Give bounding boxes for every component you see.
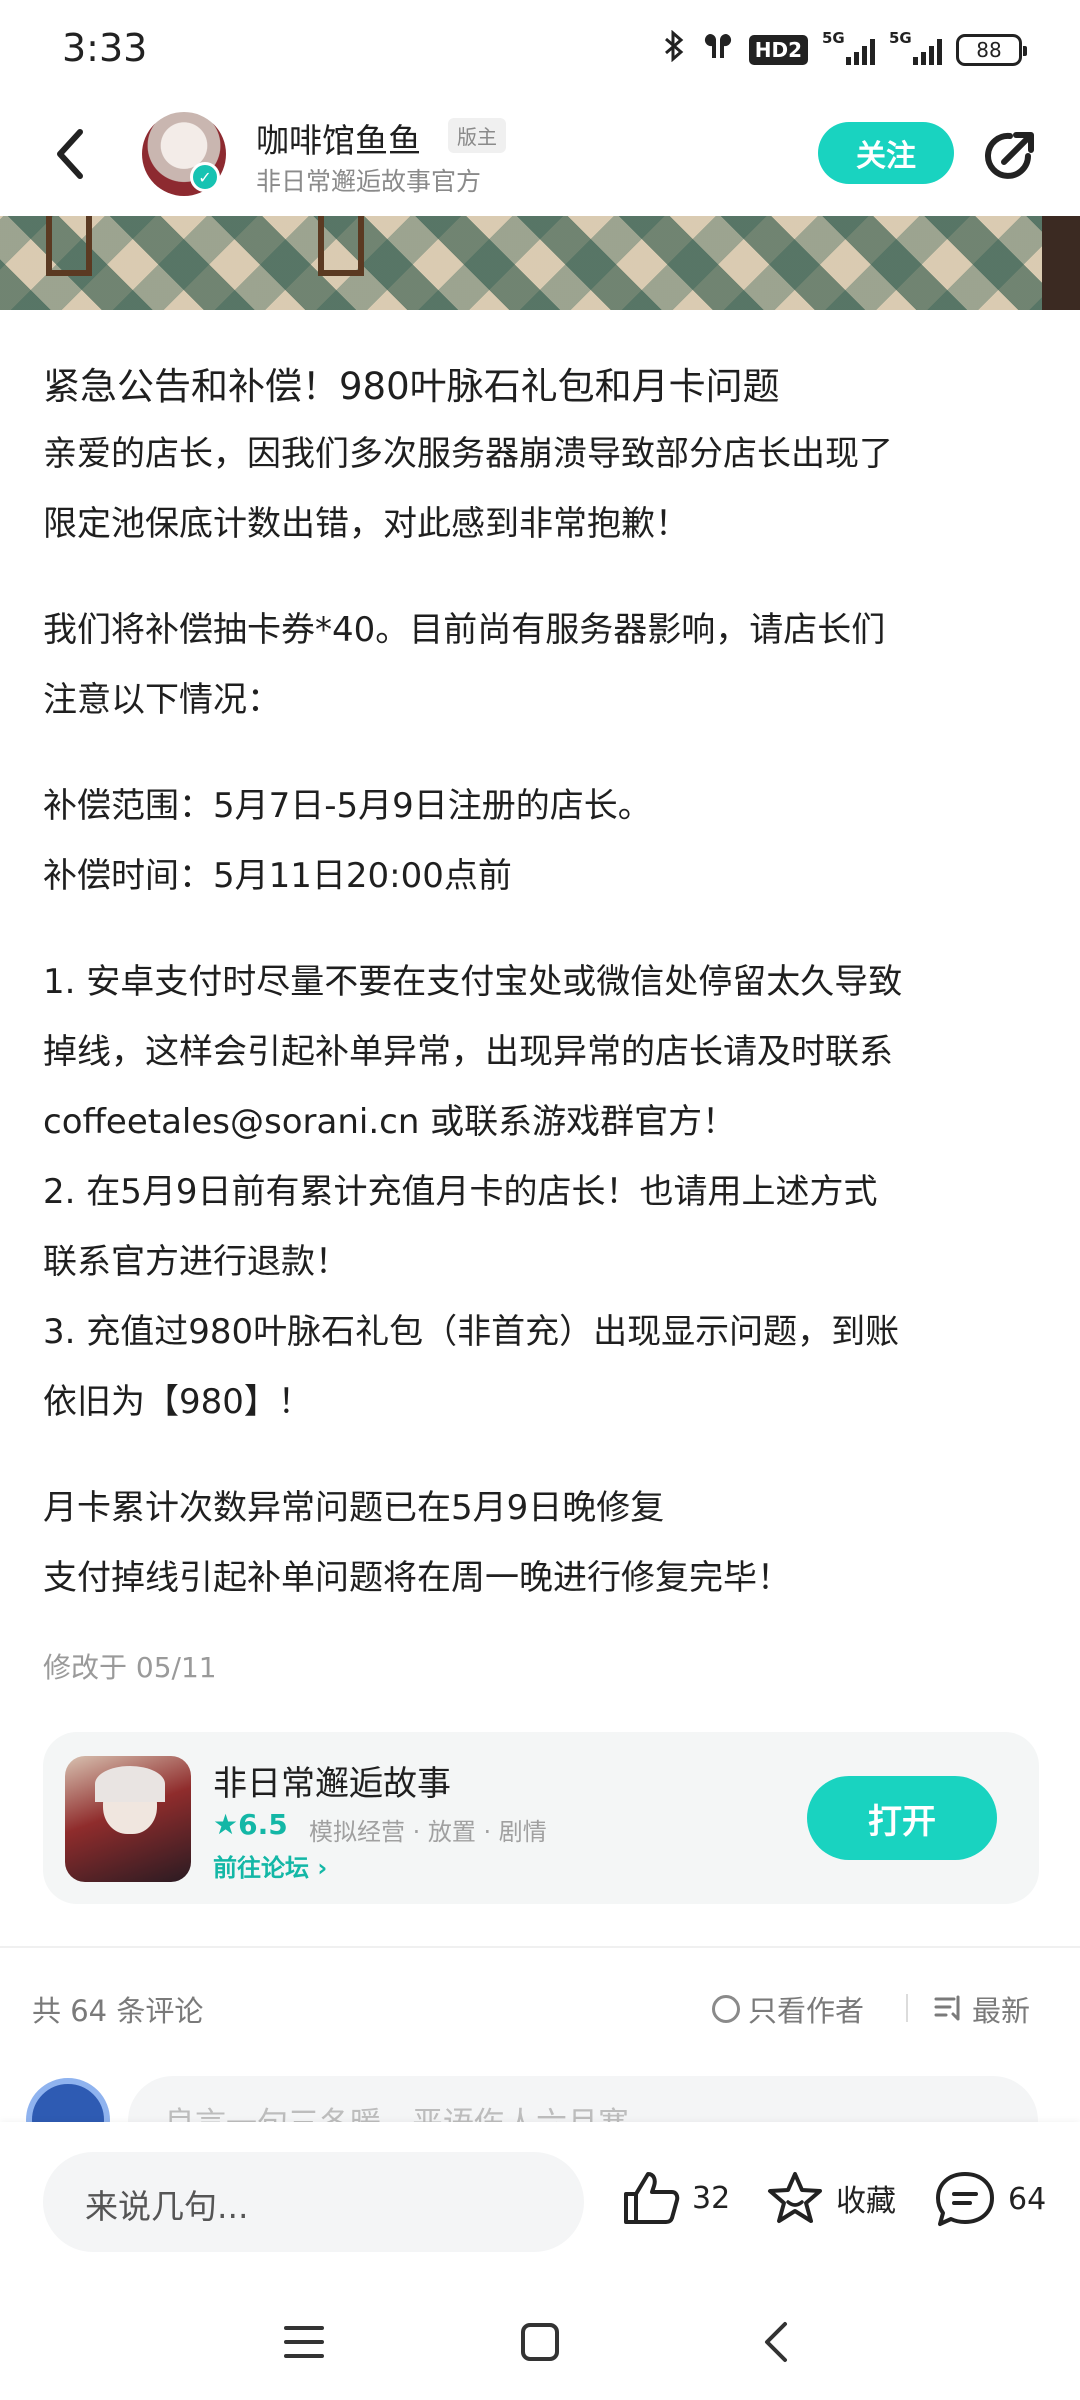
menu-icon (284, 2326, 324, 2358)
earbuds-icon (701, 30, 735, 69)
post-line: 补偿时间：5月11日20:00点前 (43, 856, 512, 896)
post-banner-image (0, 216, 1080, 310)
star-icon: ★ (213, 1808, 239, 1841)
comment-count: 64 (1008, 2181, 1047, 2217)
post-line: 限定池保底计数出错，对此感到非常抱歉！ (43, 504, 689, 544)
post-line: 掉线，这样会引起补单异常，出现异常的店长请及时联系 (43, 1032, 893, 1072)
post-line: 补偿范围：5月7日-5月9日注册的店长。 (43, 786, 652, 826)
nav-back-icon (765, 2322, 787, 2362)
bottom-action-bar: 来说几句... 32 收藏 64 (0, 2122, 1080, 2282)
nav-back-button[interactable] (746, 2316, 806, 2368)
chevron-right-icon: › (317, 1854, 328, 1882)
network-type-1: 5G (822, 28, 845, 47)
forum-link-label: 前往论坛 (213, 1854, 309, 1882)
status-icons: HD2 5G 5G 88 (661, 29, 1027, 69)
post-detail-screen: 3:33 HD2 5G 5G 88 ✓ 咖啡馆鱼鱼 版主 非日常邂逅故事官方 关… (0, 0, 1080, 2400)
comment-button[interactable]: 64 (934, 2170, 1046, 2228)
battery-icon: 88 (956, 33, 1027, 66)
battery-level: 88 (976, 37, 1002, 62)
post-line: 我们将补偿抽卡券*40。目前尚有服务器影响，请店长们 (43, 610, 886, 650)
like-count: 32 (692, 2180, 731, 2216)
thumbs-up-icon (624, 2172, 680, 2224)
system-nav-bar (0, 2282, 1080, 2400)
post-line: 依旧为【980】！ (43, 1382, 312, 1422)
author-subtitle: 非日常邂逅故事官方 (256, 167, 482, 196)
square-home-icon (521, 2323, 559, 2361)
follow-button[interactable]: 关注 (818, 122, 954, 184)
author-only-label: 只看作者 (748, 1994, 865, 2028)
post-line: 注意以下情况： (43, 680, 281, 720)
rating-value: 6.5 (238, 1808, 288, 1841)
signal-icon-1: 5G (822, 29, 875, 65)
network-type-2: 5G (889, 28, 912, 47)
author-name[interactable]: 咖啡馆鱼鱼 (256, 114, 421, 162)
game-card[interactable]: 非日常邂逅故事 ★6.5 模拟经营 · 放置 · 剧情 前往论坛 › 打开 (43, 1732, 1039, 1904)
signal-icon-2: 5G (889, 29, 942, 65)
home-button[interactable] (510, 2316, 570, 2368)
section-divider (0, 1946, 1080, 1948)
comments-count: 共 64 条评论 (32, 1994, 204, 2028)
post-line: 亲爱的店长，因我们多次服务器崩溃导致部分店长出现了 (43, 434, 893, 474)
edited-timestamp: 修改于 05/11 (43, 1651, 217, 1684)
post-line: 2. 在5月9日前有累计充值月卡的店长！也请用上述方式 (43, 1172, 878, 1212)
sort-label: 最新 (972, 1994, 1031, 2028)
status-bar: 3:33 HD2 5G 5G 88 (0, 0, 1080, 100)
post-title: 紧急公告和补偿！980叶脉石礼包和月卡问题 (43, 365, 780, 408)
moderator-badge: 版主 (448, 118, 506, 153)
post-line: 3. 充值过980叶脉石礼包（非首充）出现显示问题，到账 (43, 1312, 900, 1352)
separator (906, 1994, 908, 2022)
post-line: 联系官方进行退款！ (43, 1242, 349, 1282)
menu-button[interactable] (274, 2316, 334, 2368)
game-rating: ★6.5 (213, 1808, 288, 1841)
game-name: 非日常邂逅故事 (213, 1764, 451, 1804)
favorite-button[interactable]: 收藏 (766, 2170, 896, 2226)
chevron-left-icon (57, 129, 83, 179)
share-icon (985, 132, 1034, 179)
post-line: 月卡累计次数异常问题已在5月9日晚修复 (43, 1488, 665, 1528)
star-outline-icon (768, 2172, 822, 2223)
open-game-button[interactable]: 打开 (807, 1776, 997, 1860)
sort-button[interactable]: 最新 (934, 1988, 1030, 2030)
reply-input[interactable]: 来说几句... (43, 2152, 584, 2252)
bluetooth-icon (661, 29, 687, 69)
comment-bubble-icon (936, 2172, 994, 2226)
author-only-toggle[interactable]: 只看作者 (712, 1988, 864, 2030)
post-line-email[interactable]: coffeetales@sorani.cn 或联系游戏群官方！ (43, 1094, 736, 1143)
verified-icon: ✓ (190, 162, 220, 192)
status-time: 3:33 (62, 26, 148, 70)
favorite-label: 收藏 (836, 2184, 896, 2219)
radio-icon (712, 1995, 740, 2023)
game-icon (65, 1756, 191, 1882)
back-button[interactable] (40, 124, 100, 184)
post-line: 1. 安卓支付时尽量不要在支付宝处或微信处停留太久导致 (43, 962, 903, 1002)
post-header: ✓ 咖啡馆鱼鱼 版主 非日常邂逅故事官方 关注 (0, 100, 1080, 216)
post-line: 支付掉线引起补单问题将在周一晚进行修复完毕！ (43, 1558, 791, 1598)
sort-icon (934, 1995, 960, 2021)
forum-link[interactable]: 前往论坛 › (213, 1848, 327, 1883)
share-button[interactable] (980, 126, 1040, 186)
like-button[interactable]: 32 (622, 2170, 730, 2226)
hd-voice-icon: HD2 (748, 34, 808, 65)
game-tags: 模拟经营 · 放置 · 剧情 (309, 1818, 547, 1846)
